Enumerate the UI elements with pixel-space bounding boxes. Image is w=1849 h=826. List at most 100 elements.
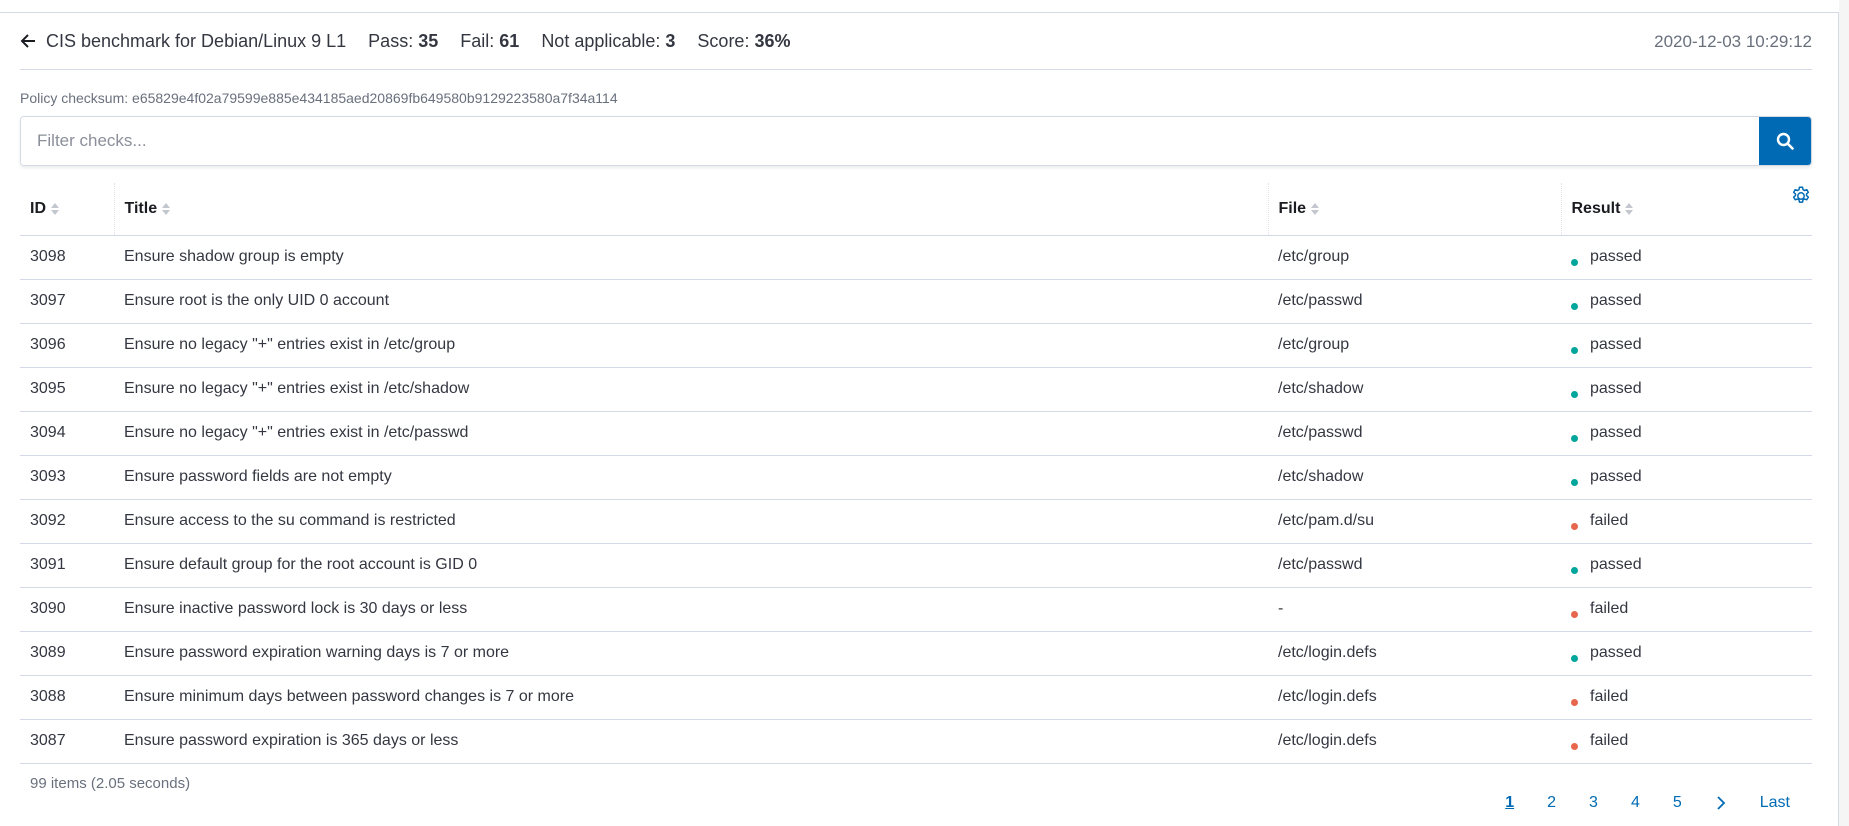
filter-checks-input[interactable] xyxy=(21,117,1759,165)
column-header-title-label: Title xyxy=(124,199,158,217)
status-dot xyxy=(1571,699,1578,706)
scan-timestamp: 2020-12-03 10:29:12 xyxy=(1654,32,1812,51)
score-label: Score: xyxy=(697,30,750,51)
row-title: Ensure access to the su command is restr… xyxy=(114,499,1268,544)
column-header-title[interactable]: Title xyxy=(113,183,1268,236)
row-id: 3095 xyxy=(20,367,114,412)
row-result: passed xyxy=(1561,411,1812,456)
items-count: 99 items (2.05 seconds) xyxy=(30,774,191,792)
scrollbar-track[interactable] xyxy=(1839,0,1849,826)
table-row[interactable]: 3095 Ensure no legacy "+" entries exist i… xyxy=(20,367,1812,412)
sort-icon xyxy=(51,202,59,215)
row-title: Ensure password expiration warning days … xyxy=(114,631,1268,676)
row-file: /etc/passwd xyxy=(1268,543,1561,588)
row-title: Ensure default group for the root accoun… xyxy=(114,543,1268,588)
table-row[interactable]: 3091 Ensure default group for the root ac… xyxy=(20,543,1812,588)
table-row[interactable]: 3097 Ensure root is the only UID 0 accoun… xyxy=(20,279,1812,324)
table-row[interactable]: 3093 Ensure password fields are not empty… xyxy=(20,455,1812,500)
column-header-id-label: ID xyxy=(30,199,46,217)
row-id: 3096 xyxy=(20,323,114,368)
row-result: passed xyxy=(1561,631,1812,676)
row-file: /etc/group xyxy=(1268,323,1561,368)
not-applicable-stat: Not applicable: 3 xyxy=(541,31,675,52)
row-id: 3088 xyxy=(20,675,114,720)
not-applicable-value: 3 xyxy=(665,30,676,51)
table-row[interactable]: 3096 Ensure no legacy "+" entries exist i… xyxy=(20,323,1812,368)
status-dot xyxy=(1571,303,1578,310)
policy-detail-panel: CIS benchmark for Debian/Linux 9 L1 Pass… xyxy=(20,13,1812,824)
status-dot xyxy=(1571,435,1578,442)
row-file: /etc/login.defs xyxy=(1268,675,1561,720)
column-header-file[interactable]: File xyxy=(1267,183,1561,236)
chevron-right-icon[interactable] xyxy=(1714,795,1728,811)
status-dot xyxy=(1571,567,1578,574)
table-row[interactable]: 3089 Ensure password expiration warning d… xyxy=(20,631,1812,676)
result-label: failed xyxy=(1590,732,1629,749)
row-result: passed xyxy=(1561,235,1812,280)
gear-icon[interactable] xyxy=(1790,185,1812,207)
row-id: 3093 xyxy=(20,455,114,500)
result-label: passed xyxy=(1590,424,1642,441)
column-header-result-label: Result xyxy=(1571,199,1621,217)
result-label: passed xyxy=(1590,468,1642,485)
score-stat: Score: 36% xyxy=(697,31,790,52)
row-file: - xyxy=(1268,587,1561,632)
row-id: 3089 xyxy=(20,631,114,676)
table-row[interactable]: 3094 Ensure no legacy "+" entries exist i… xyxy=(20,411,1812,456)
table-row[interactable]: 3090 Ensure inactive password lock is 30 … xyxy=(20,587,1812,632)
table-row[interactable]: 3088 Ensure minimum days between password… xyxy=(20,675,1812,720)
pass-value: 35 xyxy=(418,30,439,51)
row-title: Ensure no legacy "+" entries exist in /e… xyxy=(114,367,1268,412)
page-3-link[interactable]: 3 xyxy=(1589,794,1598,812)
status-dot xyxy=(1571,479,1578,486)
table-header-row: ID Title File Result xyxy=(20,183,1812,236)
filter-bar xyxy=(20,116,1812,166)
search-button[interactable] xyxy=(1759,117,1811,165)
page-5-link[interactable]: 5 xyxy=(1673,794,1682,812)
table-row[interactable]: 3087 Ensure password expiration is 365 da… xyxy=(20,719,1812,764)
arrow-left-icon[interactable] xyxy=(20,33,36,49)
column-header-result[interactable]: Result xyxy=(1560,183,1812,236)
row-title: Ensure no legacy "+" entries exist in /e… xyxy=(114,411,1268,456)
result-label: passed xyxy=(1590,248,1642,265)
row-result: passed xyxy=(1561,279,1812,324)
row-result: passed xyxy=(1561,367,1812,412)
row-result: failed xyxy=(1561,587,1812,632)
row-result: failed xyxy=(1561,499,1812,544)
row-file: /etc/pam.d/su xyxy=(1268,499,1561,544)
checks-table-body: 3098 Ensure shadow group is empty/etc/gro… xyxy=(20,235,1812,764)
status-dot xyxy=(1571,347,1578,354)
score-value: 36% xyxy=(754,30,791,51)
column-header-file-label: File xyxy=(1278,199,1307,217)
page-2-link[interactable]: 2 xyxy=(1547,794,1556,812)
status-dot xyxy=(1571,391,1578,398)
row-id: 3094 xyxy=(20,411,114,456)
table-row[interactable]: 3092 Ensure access to the su command is r… xyxy=(20,499,1812,544)
last-page-link[interactable]: Last xyxy=(1760,794,1790,812)
status-dot xyxy=(1571,259,1578,266)
status-dot xyxy=(1571,611,1578,618)
fail-label: Fail: xyxy=(460,30,495,51)
row-title: Ensure root is the only UID 0 account xyxy=(114,279,1268,324)
row-title: Ensure minimum days between password cha… xyxy=(114,675,1268,720)
row-id: 3098 xyxy=(20,235,114,280)
not-applicable-label: Not applicable: xyxy=(541,30,661,51)
row-file: /etc/shadow xyxy=(1268,455,1561,500)
row-title: Ensure shadow group is empty xyxy=(114,235,1268,280)
row-file: /etc/login.defs xyxy=(1268,631,1561,676)
policy-checksum: Policy checksum: e65829e4f02a79599e885e4… xyxy=(20,90,618,106)
page-1-link[interactable]: 1 xyxy=(1505,794,1514,812)
column-header-id[interactable]: ID xyxy=(20,183,114,236)
result-label: failed xyxy=(1590,512,1629,529)
policy-header: CIS benchmark for Debian/Linux 9 L1 Pass… xyxy=(20,13,1812,70)
page-4-link[interactable]: 4 xyxy=(1631,794,1640,812)
row-id: 3087 xyxy=(20,719,114,764)
result-label: passed xyxy=(1590,556,1642,573)
result-label: passed xyxy=(1590,336,1642,353)
pass-label: Pass: xyxy=(368,30,414,51)
table-row[interactable]: 3098 Ensure shadow group is empty/etc/gro… xyxy=(20,235,1812,280)
row-result: passed xyxy=(1561,543,1812,588)
sort-icon xyxy=(1311,202,1320,215)
row-result: passed xyxy=(1561,455,1812,500)
row-result: failed xyxy=(1561,675,1812,720)
